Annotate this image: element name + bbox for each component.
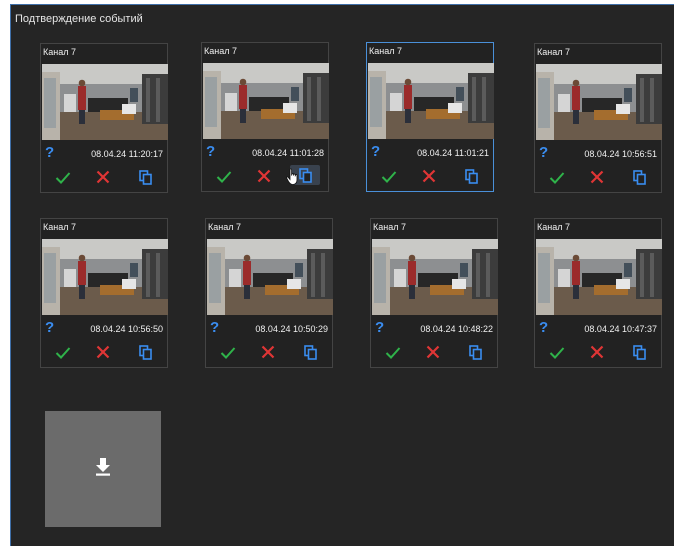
event-timestamp: 08.04.24 11:01:28 <box>252 148 324 158</box>
reject-button[interactable] <box>587 343 607 361</box>
download-button[interactable] <box>45 411 161 527</box>
channel-label: Канал 7 <box>537 47 570 57</box>
event-timestamp: 08.04.24 10:56:50 <box>90 324 163 334</box>
copy-button[interactable] <box>135 343 155 361</box>
cross-icon <box>422 169 436 183</box>
question-icon: ? <box>45 144 55 161</box>
event-card[interactable]: Канал 7 ? 08.04.24 10:48:22 <box>370 218 498 368</box>
event-card[interactable]: Канал 7 ? 08.04.24 10:56:50 <box>40 218 168 368</box>
channel-label: Канал 7 <box>204 46 237 56</box>
channel-label: Канал 7 <box>369 46 402 56</box>
copy-button[interactable] <box>135 168 155 186</box>
event-timestamp: 08.04.24 11:01:21 <box>417 148 489 158</box>
event-timestamp: 08.04.24 10:48:22 <box>420 324 493 334</box>
cross-icon <box>590 345 604 359</box>
event-card[interactable]: Канал 7 ? 08.04.24 11:20:17 <box>40 43 168 193</box>
cross-icon <box>426 345 440 359</box>
copy-icon <box>303 344 317 360</box>
reject-button[interactable] <box>93 343 113 361</box>
question-icon: ? <box>206 143 216 160</box>
confirm-button[interactable] <box>53 168 73 186</box>
copy-button[interactable] <box>629 168 649 186</box>
hand-cursor-icon <box>286 168 298 185</box>
event-timestamp: 08.04.24 10:47:37 <box>584 324 657 334</box>
reject-button[interactable] <box>93 168 113 186</box>
channel-label: Канал 7 <box>208 222 241 232</box>
question-icon: ? <box>371 143 381 160</box>
copy-icon <box>632 169 646 185</box>
cross-icon <box>257 169 271 183</box>
channel-label: Канал 7 <box>43 47 76 57</box>
check-icon <box>55 346 71 359</box>
event-timestamp: 08.04.24 10:56:51 <box>584 149 657 159</box>
copy-button[interactable] <box>286 165 320 185</box>
check-icon <box>549 171 565 184</box>
copy-button[interactable] <box>461 167 481 185</box>
question-icon: ? <box>45 319 55 336</box>
panel-title: Подтверждение событий <box>15 13 143 25</box>
question-icon: ? <box>375 319 385 336</box>
copy-icon <box>298 167 312 183</box>
cross-icon <box>96 345 110 359</box>
confirm-button[interactable] <box>379 167 399 185</box>
cross-icon <box>261 345 275 359</box>
check-icon <box>381 170 397 183</box>
confirm-button[interactable] <box>214 167 234 185</box>
cross-icon <box>96 170 110 184</box>
question-icon: ? <box>539 144 549 161</box>
reject-button[interactable] <box>587 168 607 186</box>
channel-label: Канал 7 <box>373 222 406 232</box>
question-icon: ? <box>210 319 220 336</box>
event-card[interactable]: Канал 7 ? 08.04.24 11:01:28 <box>201 42 329 192</box>
confirm-button[interactable] <box>547 343 567 361</box>
camera-snapshot[interactable] <box>536 239 662 315</box>
event-timestamp: 08.04.24 10:50:29 <box>255 324 328 334</box>
events-confirmation-panel: Подтверждение событий Канал 7 ? 08.04.24… <box>10 4 674 546</box>
cross-icon <box>590 170 604 184</box>
camera-snapshot[interactable] <box>42 64 168 140</box>
event-card[interactable]: Канал 7 ? 08.04.24 11:01:21 <box>366 42 494 192</box>
copy-icon <box>138 169 152 185</box>
event-timestamp: 08.04.24 11:20:17 <box>91 149 163 159</box>
camera-snapshot[interactable] <box>42 239 168 315</box>
camera-snapshot[interactable] <box>368 63 494 139</box>
check-icon <box>216 170 232 183</box>
confirm-button[interactable] <box>218 343 238 361</box>
confirm-button[interactable] <box>383 343 403 361</box>
camera-snapshot[interactable] <box>203 63 329 139</box>
event-card[interactable]: Канал 7 ? 08.04.24 10:56:51 <box>534 43 662 193</box>
confirm-button[interactable] <box>53 343 73 361</box>
camera-snapshot[interactable] <box>372 239 498 315</box>
reject-button[interactable] <box>419 167 439 185</box>
event-card[interactable]: Канал 7 ? 08.04.24 10:47:37 <box>534 218 662 368</box>
copy-icon <box>468 344 482 360</box>
check-icon <box>220 346 236 359</box>
check-icon <box>55 171 71 184</box>
copy-icon <box>138 344 152 360</box>
copy-button[interactable] <box>465 343 485 361</box>
event-card[interactable]: Канал 7 ? 08.04.24 10:50:29 <box>205 218 333 368</box>
download-icon <box>95 457 111 481</box>
check-icon <box>549 346 565 359</box>
camera-snapshot[interactable] <box>536 64 662 140</box>
reject-button[interactable] <box>254 167 274 185</box>
copy-button[interactable] <box>629 343 649 361</box>
check-icon <box>385 346 401 359</box>
reject-button[interactable] <box>258 343 278 361</box>
question-icon: ? <box>539 319 549 336</box>
camera-snapshot[interactable] <box>207 239 333 315</box>
copy-button[interactable] <box>300 343 320 361</box>
channel-label: Канал 7 <box>537 222 570 232</box>
channel-label: Канал 7 <box>43 222 76 232</box>
copy-icon <box>464 168 478 184</box>
reject-button[interactable] <box>423 343 443 361</box>
copy-icon <box>632 344 646 360</box>
confirm-button[interactable] <box>547 168 567 186</box>
